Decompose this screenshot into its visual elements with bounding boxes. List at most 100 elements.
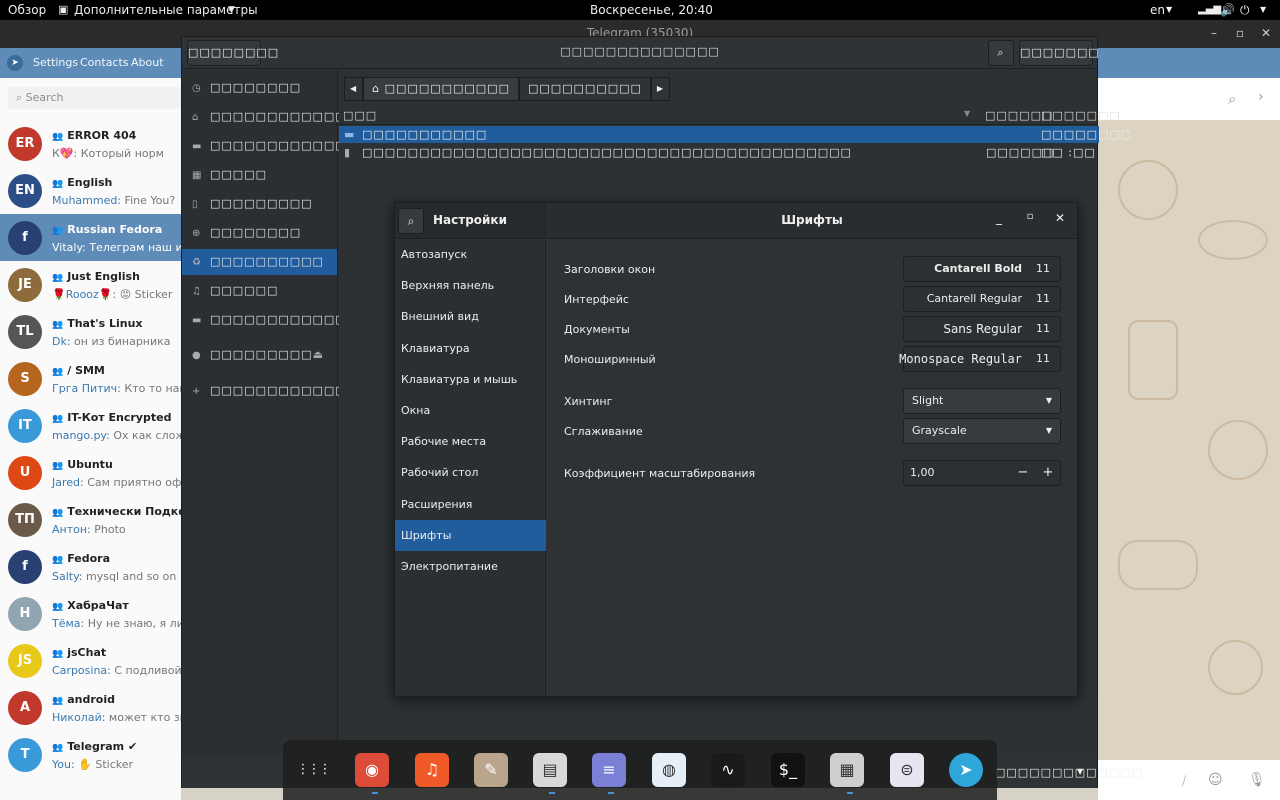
settings-nav-item[interactable]: Верхняя панель — [395, 270, 546, 301]
clock[interactable]: Воскресенье, 20:40 — [590, 0, 713, 20]
fm-header-right-button[interactable]: □□□□□□□ — [1019, 40, 1099, 66]
system-monitor-icon[interactable]: ∿ — [711, 753, 745, 787]
maximize-icon[interactable]: ▫ — [1022, 211, 1038, 222]
search-icon[interactable]: ⌕ — [1228, 90, 1236, 108]
increment-button[interactable]: + — [1036, 461, 1060, 485]
power-icon[interactable]: ⏻ — [1240, 0, 1250, 20]
decrement-button[interactable]: − — [1011, 461, 1035, 485]
font-label: Интерфейс — [564, 293, 629, 306]
fm-place-item[interactable]: ♻ □□□□□□□□□□ — [182, 249, 337, 275]
settings-nav-item[interactable]: Внешний вид — [395, 301, 546, 332]
emoji-icon[interactable]: ☺ — [1208, 772, 1223, 788]
scaling-value[interactable]: 1,00 — [910, 466, 935, 479]
search-icon: ⌕ — [997, 46, 1005, 59]
fm-place-item[interactable]: ▯ □□□□□□□□□ — [182, 191, 337, 217]
hinting-dropdown[interactable]: Slight ▼ — [903, 388, 1061, 414]
music-icon: ♫ — [192, 286, 201, 297]
terminal-icon[interactable]: $_ — [771, 753, 805, 787]
file-row[interactable]: ▬ □□□□□□□□□□□ □□□□□□□□ — [339, 126, 1131, 143]
close-icon[interactable]: ✕ — [1258, 26, 1274, 40]
fm-place-item[interactable]: + □□□□□□□□□□□□ — [182, 378, 346, 404]
command-icon[interactable]: ⧸ — [1182, 774, 1186, 789]
settings-nav-item[interactable]: Расширения — [395, 489, 546, 520]
telegram-icon[interactable]: ➤ — [949, 753, 983, 787]
chat-list-item[interactable]: JS 👥 jsChat Carposina: С подливой. — [0, 637, 181, 684]
settings-nav-item[interactable]: Окна — [395, 395, 546, 426]
menu-settings[interactable]: Settings — [33, 56, 78, 69]
column-name[interactable]: □□□ — [343, 109, 377, 122]
minimize-icon[interactable]: – — [1206, 26, 1222, 40]
eject-icon[interactable]: ⏏ — [313, 342, 323, 368]
fm-pathbar: ◀ ⌂ □□□□□□□□□□□ □□□□□□□□□□ ▶ — [344, 77, 671, 101]
fm-status-text[interactable]: □□□□□□□□□□□□□ — [995, 766, 1143, 779]
settings-nav-item[interactable]: Рабочие места — [395, 426, 546, 457]
chat-list-item[interactable]: U 👥Ubuntu Jared: Сам приятно офигев — [0, 449, 181, 496]
path-current-button[interactable]: □□□□□□□□□□ — [518, 77, 651, 101]
trash-icon: ♻ — [192, 257, 201, 268]
chat-list-item[interactable]: H 👥ХабраЧат Тёма: Ну не знаю, я лично — [0, 590, 181, 637]
settings-nav-item[interactable]: Электропитание — [395, 551, 546, 582]
chat-list-item[interactable]: S 👥/ SMM Грга Питич: Кто то нагонит — [0, 355, 181, 402]
chat-list-item[interactable]: ТП 👥Технически Подкован Антон: Photo — [0, 496, 181, 543]
path-home-button[interactable]: ⌂ □□□□□□□□□□□ — [363, 77, 519, 101]
music-icon[interactable]: ♫ — [415, 753, 449, 787]
font-chooser-button[interactable]: Sans Regular 11 — [903, 316, 1061, 342]
settings-search-button[interactable]: ⌕ — [398, 208, 424, 234]
app-menu-icon: ▣ — [58, 3, 69, 16]
signal-icon[interactable]: ▂▄▆ — [1198, 0, 1221, 20]
column-modified[interactable]: □□□□□□□ — [1041, 109, 1121, 122]
chat-list-item[interactable]: f 👥Russian Fedora Vitaly: Телеграм наш или… — [0, 214, 181, 261]
text-editor-icon[interactable]: ≡ — [592, 753, 626, 787]
chevron-right-icon[interactable]: › — [1258, 89, 1264, 105]
chat-preview: 😡 Sticker — [116, 288, 173, 301]
antialiasing-dropdown[interactable]: Grayscale ▼ — [903, 418, 1061, 444]
chat-list-item[interactable]: TL 👥 That's Linux Dk: он из бинарника — [0, 308, 181, 355]
settings-nav-item[interactable]: Рабочий стол — [395, 457, 546, 488]
chrome-icon[interactable]: ◉ — [355, 753, 389, 787]
fm-header-left-button[interactable]: □□□□□□□□ — [187, 40, 278, 66]
fm-place-item[interactable]: ◷ □□□□□□□□ — [182, 75, 337, 101]
files-icon[interactable]: ▤ — [533, 753, 567, 787]
settings-nav-item[interactable]: Шрифты — [395, 519, 546, 551]
gimp-icon[interactable]: ✎ — [474, 753, 508, 787]
fm-place-item[interactable]: ● □□□□□□□□□ ⏏ — [182, 342, 337, 368]
chat-list-item[interactable]: JE 👥 Just English 🌹Roooz🌹: 😡 Sticker — [0, 261, 181, 308]
chat-list-item[interactable]: f 👥 Fedora Salty: mysql and so on — [0, 543, 181, 590]
disks-icon[interactable]: ▦ — [830, 753, 864, 787]
settings-nav-item[interactable]: Клавиатура — [395, 333, 546, 364]
browser-icon[interactable]: ◍ — [652, 753, 686, 787]
font-chooser-button[interactable]: Cantarell Bold 11 — [903, 256, 1061, 282]
font-chooser-button[interactable]: Cantarell Regular 11 — [903, 286, 1061, 312]
font-chooser-button[interactable]: Monospace Regular 11 — [899, 346, 1061, 372]
fm-place-item[interactable]: ⊕ □□□□□□□□ — [182, 220, 337, 246]
close-icon[interactable]: ✕ — [1052, 211, 1068, 225]
chat-list-item[interactable]: ER 👥 ERROR 404 К💖: Который норм — [0, 120, 181, 167]
activities-button[interactable]: Обзор — [8, 0, 46, 20]
fm-place-item[interactable]: ⌂ □□□□□□□□□□□□□□□ — [182, 104, 380, 130]
volume-icon[interactable]: 🔊 — [1220, 0, 1235, 20]
chat-list-item[interactable]: A 👥android Николай: может кто знает? — [0, 684, 181, 731]
chat-search-input[interactable]: ⌕ Search — [8, 87, 188, 109]
menu-about[interactable]: About — [131, 56, 164, 69]
app-grid-icon[interactable]: ⋮⋮⋮ — [296, 753, 332, 787]
menu-contacts[interactable]: Contacts — [80, 56, 129, 69]
tweaks-icon[interactable]: ⊜ — [890, 753, 924, 787]
settings-nav-item[interactable]: Автозапуск — [395, 239, 546, 270]
settings-nav-item[interactable]: Клавиатура и мышь — [395, 364, 546, 395]
fm-place-item[interactable]: ▦ □□□□□ — [182, 162, 337, 188]
fm-place-item[interactable]: ▬ □□□□□□□□□□□□□□□□ — [182, 307, 391, 333]
fm-place-item[interactable]: ♫ □□□□□□ — [182, 278, 337, 304]
chat-preview: может кто знает? — [108, 711, 181, 724]
file-row[interactable]: ▮ □□□□□□□□□□□□□□□□□□□□□□□□□□□□□□□□□□□□□□… — [339, 144, 1099, 161]
microphone-icon[interactable]: 🎙 — [1248, 772, 1266, 788]
chat-list-item[interactable]: EN 👥 English Muhammed: Fine You? — [0, 167, 181, 214]
language-indicator[interactable]: en — [1150, 0, 1165, 20]
chat-list-item[interactable]: IT 👥 IT-Кот Encrypted mango.py: Ох как слож… — [0, 402, 181, 449]
maximize-icon[interactable]: ▫ — [1232, 26, 1248, 40]
chat-list-item[interactable]: T 👥 Telegram ✔ You: ✋ Sticker — [0, 731, 181, 778]
minimize-icon[interactable]: _ — [991, 211, 1007, 225]
path-back-button[interactable]: ◀ — [344, 77, 364, 101]
path-forward-button[interactable]: ▶ — [650, 77, 671, 101]
fm-search-button[interactable]: ⌕ — [988, 40, 1014, 66]
fm-place-item[interactable]: ▬ □□□□□□□□□□□□ — [182, 133, 346, 159]
